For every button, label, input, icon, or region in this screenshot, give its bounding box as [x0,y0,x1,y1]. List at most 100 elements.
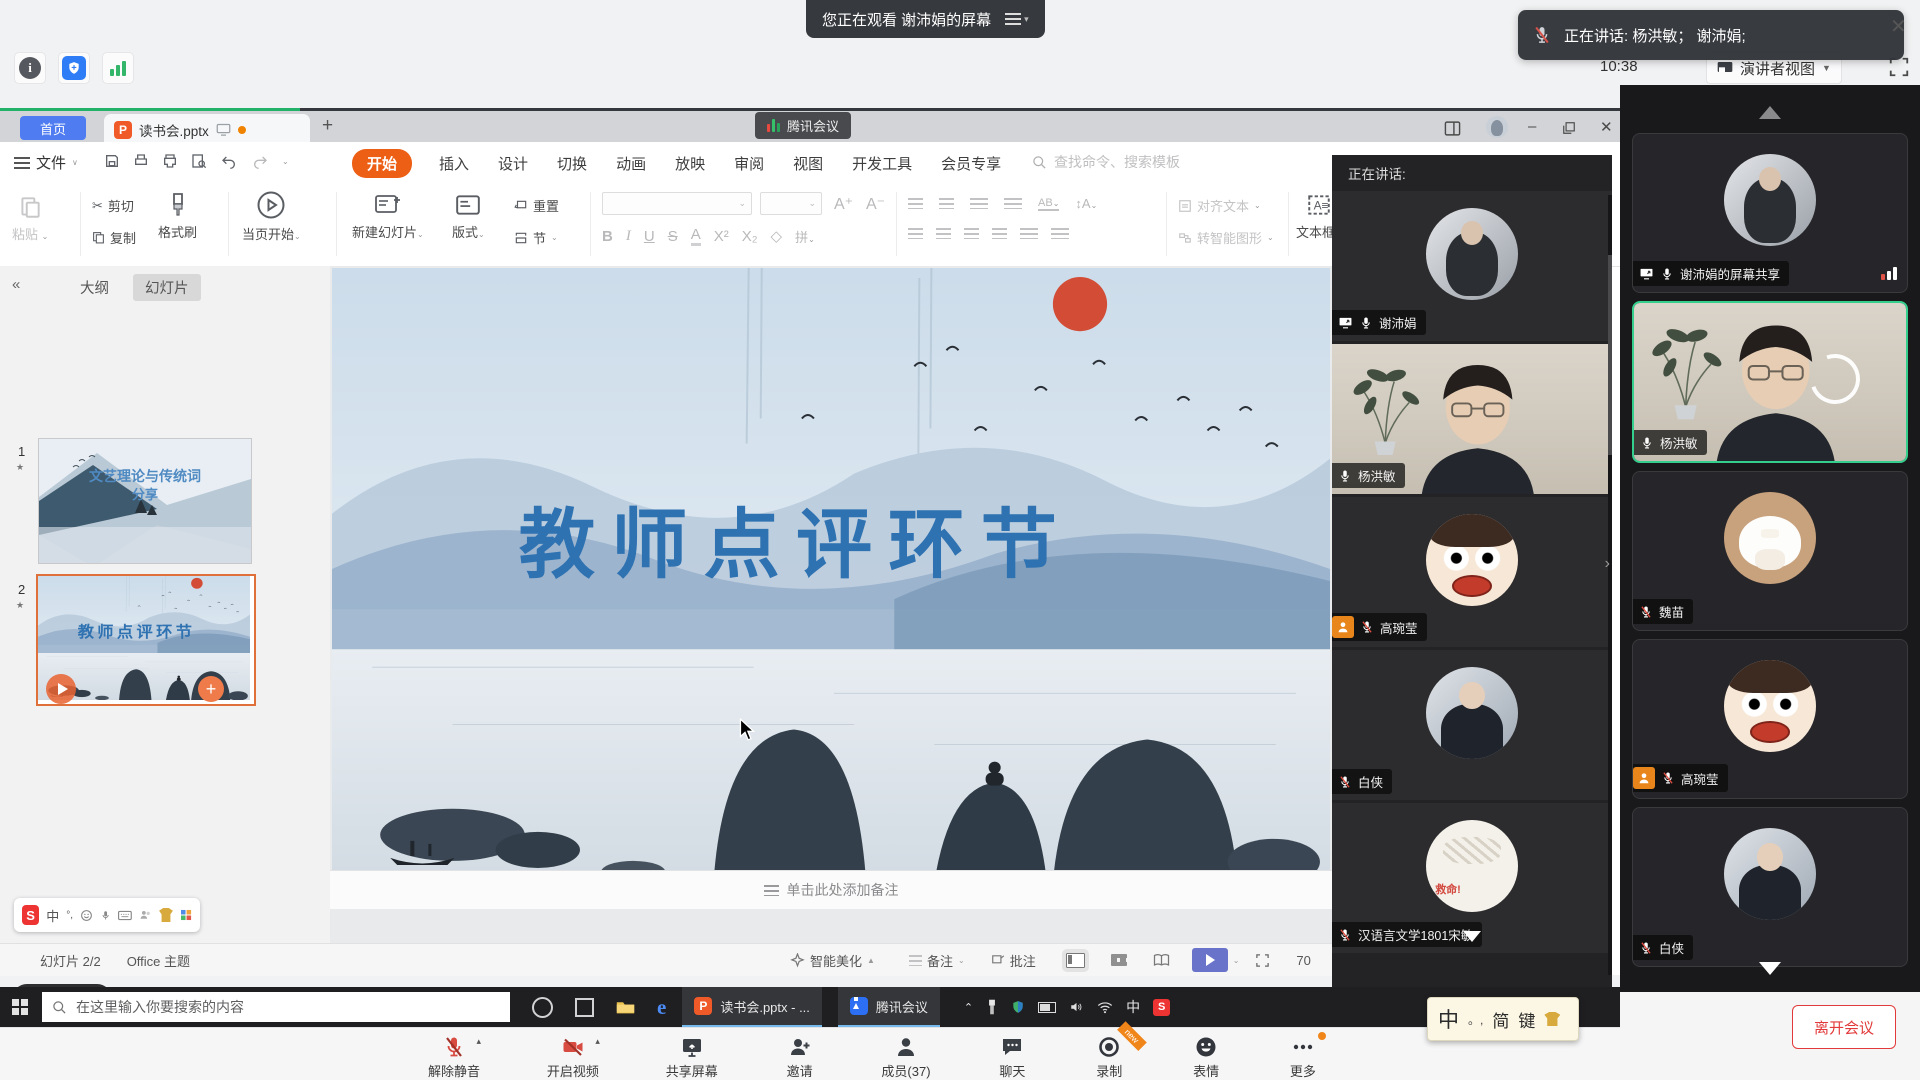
collapse-panel-button[interactable]: « [12,276,20,293]
banner-menu-button[interactable]: ▾ [1005,13,1029,25]
file-menu[interactable]: 文件 ∨ [14,152,78,173]
align-right-button[interactable] [964,228,979,239]
network-quality-button[interactable] [102,52,134,84]
participant-tile[interactable]: 谢沛娟 [1332,191,1612,341]
notes-bar[interactable]: 单击此处添加备注 [330,870,1332,909]
strikethrough-button[interactable]: S [668,228,678,245]
control-emoji[interactable]: ▴ 表情 [1191,1030,1221,1080]
numbered-list-button[interactable] [939,198,954,209]
slideshow-play-button[interactable]: ⌄ [1192,948,1240,972]
voice-input-icon[interactable] [100,908,111,923]
align-left-button[interactable] [908,228,923,239]
scroll-up-arrow[interactable] [1759,95,1781,119]
font-shrink-button[interactable]: A⁻ [866,194,885,214]
reset-button[interactable]: 重置 [514,196,559,215]
align-text-button[interactable]: 对齐文本⌄ [1178,196,1261,215]
char-spacing-button[interactable]: AB⌄ [1038,197,1059,211]
clear-format-button[interactable]: ◇ [771,227,783,245]
usb-icon[interactable] [986,999,998,1015]
wps-home-tab[interactable]: 首页 [20,116,86,140]
section-button[interactable]: 节⌄ [514,228,558,247]
participant-tile[interactable]: 白侠 [1332,650,1612,800]
tab-design[interactable]: 设计 [496,150,530,177]
expand-arrow-icon[interactable]: ▴ [595,1036,600,1047]
customize-chevron-icon[interactable]: ⌄ [282,157,289,166]
panel-expand-chevron-icon[interactable]: › [1605,555,1610,573]
tab-animation[interactable]: 动画 [614,150,648,177]
font-family-select[interactable]: ⌄ [602,192,752,215]
ime-keyboard-mode[interactable]: 键 [1518,1007,1535,1032]
meeting-mini-bar[interactable]: 腾讯会议 [755,112,851,139]
increase-indent-button[interactable] [1004,198,1022,209]
control-more[interactable]: ▴ 更多 [1288,1030,1318,1080]
font-size-select[interactable]: ⌄ [760,192,822,215]
tab-transition[interactable]: 切换 [555,150,589,177]
tab-insert[interactable]: 插入 [437,150,471,177]
tray-expand-icon[interactable]: ⌃ [964,1001,973,1014]
defender-shield-icon[interactable] [1011,999,1025,1015]
control-record[interactable]: ▴ new 录制 [1094,1030,1124,1080]
panel-scrollbar[interactable] [1608,195,1612,975]
comments-toggle[interactable]: 批注 [991,951,1036,970]
participant-tile[interactable]: 高琬莹 [1332,497,1612,647]
participant-tile[interactable]: 杨洪敏 [1632,301,1908,463]
close-button[interactable]: ✕ [1600,118,1613,136]
leave-meeting-button[interactable]: 离开会议 [1792,1005,1896,1049]
participant-tile[interactable]: 高琬莹 [1632,639,1908,799]
maximize-button[interactable] [1562,121,1576,135]
ime-lang-mode[interactable]: 中 [1438,1004,1459,1034]
preview-icon[interactable] [191,153,207,169]
new-tab-button[interactable]: + [322,115,333,137]
font-grow-button[interactable]: A⁺ [834,194,853,214]
minimize-button[interactable]: – [1528,118,1536,135]
edge-browser-icon[interactable]: e [657,995,666,1020]
participant-tile[interactable]: 谢沛娟的屏幕共享 [1632,133,1908,293]
ime-lang-icon[interactable]: 中 [46,906,59,925]
keyboard-icon[interactable] [118,909,132,922]
meeting-security-button[interactable] [58,52,90,84]
thumbnail-play-button[interactable] [46,674,76,704]
paste-button[interactable]: 粘贴 ⌄ [12,194,48,243]
participant-tile[interactable]: 杨洪敏 [1332,344,1612,494]
sorter-view-button[interactable] [1111,954,1127,966]
sogou-tray-icon[interactable]: S [1153,999,1170,1016]
play-from-page-button[interactable]: 当页开始⌄ [242,190,301,243]
wps-document-tab[interactable]: P 读书会.pptx [104,114,310,145]
output-icon[interactable] [133,153,149,169]
copy-button[interactable]: 复制 [92,228,136,247]
cortana-icon[interactable] [532,997,553,1018]
print-icon[interactable] [162,153,178,169]
start-button[interactable] [12,999,28,1015]
participant-tile[interactable]: 白侠 [1632,807,1908,967]
split-view-icon[interactable] [1444,120,1461,137]
ribbon-search[interactable]: 查找命令、搜索模板 [1032,152,1180,172]
wifi-icon[interactable] [1097,1001,1113,1014]
ime-toolbar[interactable]: S 中 °, [14,898,200,932]
tab-slideshow[interactable]: 放映 [673,150,707,177]
taskbar-search[interactable]: 在这里输入你要搜索的内容 [42,992,510,1022]
taskbar-meeting-app[interactable]: 腾讯会议 [838,987,940,1027]
superscript-button[interactable]: X² [714,228,729,245]
bullet-list-button[interactable] [908,198,923,209]
participant-tile[interactable]: 救命! 汉语言文学1801宋敏 [1332,803,1612,953]
cut-button[interactable]: ✂剪切 [92,196,134,215]
line-spacing-button[interactable]: ↕A⌄ [1075,196,1097,211]
control-micoff[interactable]: ▴ 解除静音 [428,1030,480,1080]
ime-status-pill[interactable]: 中 。, 简 键 [1427,997,1579,1041]
underline-button[interactable]: U [644,228,655,245]
bold-button[interactable]: B [602,228,613,245]
ime-simplified-mode[interactable]: 简 [1492,1007,1509,1032]
italic-button[interactable]: I [626,228,631,245]
align-center-button[interactable] [936,228,951,239]
participant-tile[interactable]: 魏苗 [1632,471,1908,631]
save-icon[interactable] [104,153,120,169]
new-slide-button[interactable]: 新建幻灯片⌄ [352,192,424,241]
taskbar-wps-app[interactable]: P 读书会.pptx - ... [682,987,822,1027]
tab-home[interactable]: 开始 [352,149,412,178]
ime-punct-mode[interactable]: 。, [1468,1011,1483,1028]
close-icon[interactable]: ✕ [1890,14,1907,39]
layout-button[interactable]: 版式⌄ [452,192,485,241]
slide-canvas[interactable]: 单击此处添加备注 [330,266,1332,943]
distribute-button[interactable] [1020,228,1038,239]
scroll-down-arrow[interactable] [1759,962,1781,986]
